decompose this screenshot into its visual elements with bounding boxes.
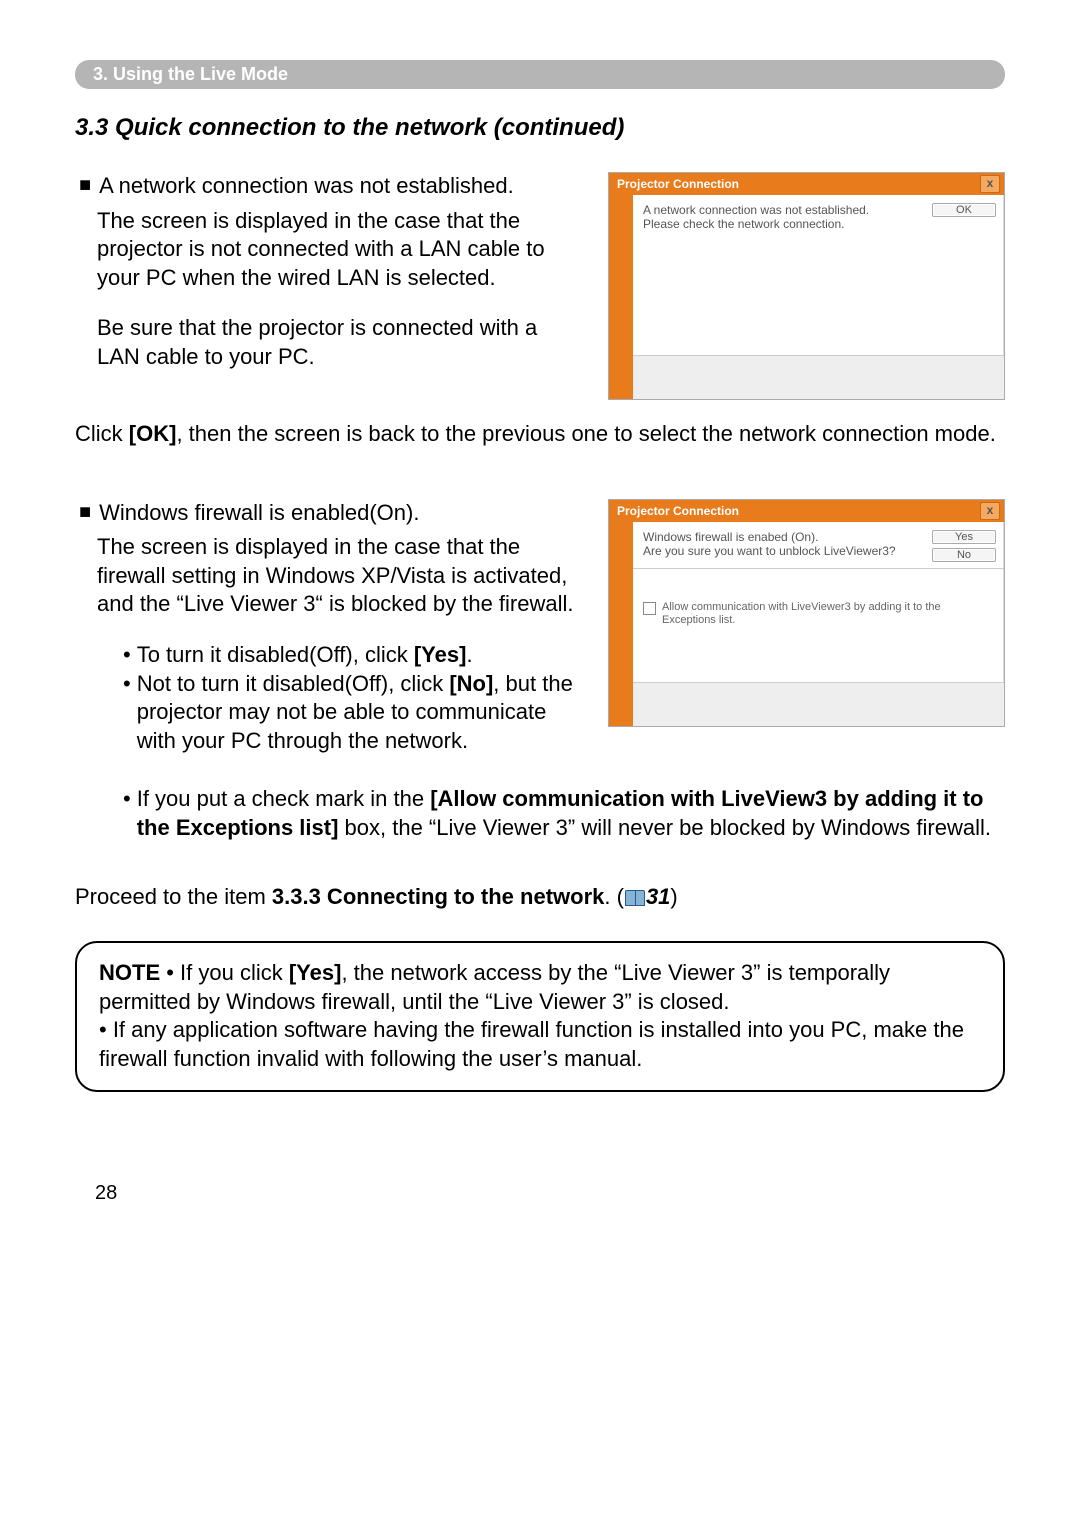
bullet-no: • Not to turn it disabled(Off), click [N… bbox=[123, 670, 583, 756]
page-number: 28 bbox=[95, 1182, 1005, 1205]
dialog1-title: Projector Connection bbox=[617, 177, 739, 191]
dialog-sidebar-footer bbox=[609, 682, 633, 726]
block1-after: Click [OK], then the screen is back to t… bbox=[75, 421, 996, 446]
bullet-exceptions: • If you put a check mark in the [Allow … bbox=[123, 785, 1005, 842]
block1-heading: A network connection was not established… bbox=[99, 172, 514, 201]
dialog2-title: Projector Connection bbox=[617, 504, 739, 518]
block1-p1: The screen is displayed in the case that… bbox=[97, 207, 583, 293]
block2-heading: Windows firewall is enabled(On). bbox=[99, 499, 419, 528]
block1-p2: Be sure that the projector is connected … bbox=[97, 314, 583, 371]
note-box: NOTE • If you click [Yes], the network a… bbox=[75, 941, 1005, 1091]
dialog-sidebar bbox=[609, 522, 633, 682]
exceptions-checkbox[interactable] bbox=[643, 602, 656, 615]
no-button[interactable]: No bbox=[932, 548, 996, 562]
dialog1-line2: Please check the network connection. bbox=[643, 217, 994, 231]
close-icon[interactable]: x bbox=[980, 502, 1000, 520]
dialog-footer bbox=[633, 682, 1004, 726]
yes-button[interactable]: Yes bbox=[932, 530, 996, 544]
subsection-title: 3.3 Quick connection to the network (con… bbox=[75, 114, 1005, 142]
dialog-footer bbox=[633, 355, 1004, 399]
section-header: 3. Using the Live Mode bbox=[75, 60, 1005, 89]
block2-p1: The screen is displayed in the case that… bbox=[97, 533, 583, 619]
proceed-text: Proceed to the item 3.3.3 Connecting to … bbox=[75, 884, 678, 909]
square-bullet-icon: ■ bbox=[79, 172, 91, 201]
dialog-network-not-established: Projector Connection x A network connect… bbox=[608, 172, 1005, 400]
ok-button[interactable]: OK bbox=[932, 203, 996, 217]
dialog-sidebar bbox=[609, 195, 633, 355]
close-icon[interactable]: x bbox=[980, 175, 1000, 193]
dialog-sidebar-footer bbox=[609, 355, 633, 399]
note-label: NOTE bbox=[99, 960, 160, 985]
dialog-firewall: Projector Connection x Windows firewall … bbox=[608, 499, 1005, 727]
bullet-yes: • To turn it disabled(Off), click [Yes]. bbox=[123, 641, 583, 670]
section-header-text: 3. Using the Live Mode bbox=[93, 64, 288, 84]
square-bullet-icon: ■ bbox=[79, 499, 91, 528]
dialog2-chk-label: Allow communication with LiveViewer3 by … bbox=[662, 601, 994, 627]
book-icon bbox=[625, 890, 645, 906]
